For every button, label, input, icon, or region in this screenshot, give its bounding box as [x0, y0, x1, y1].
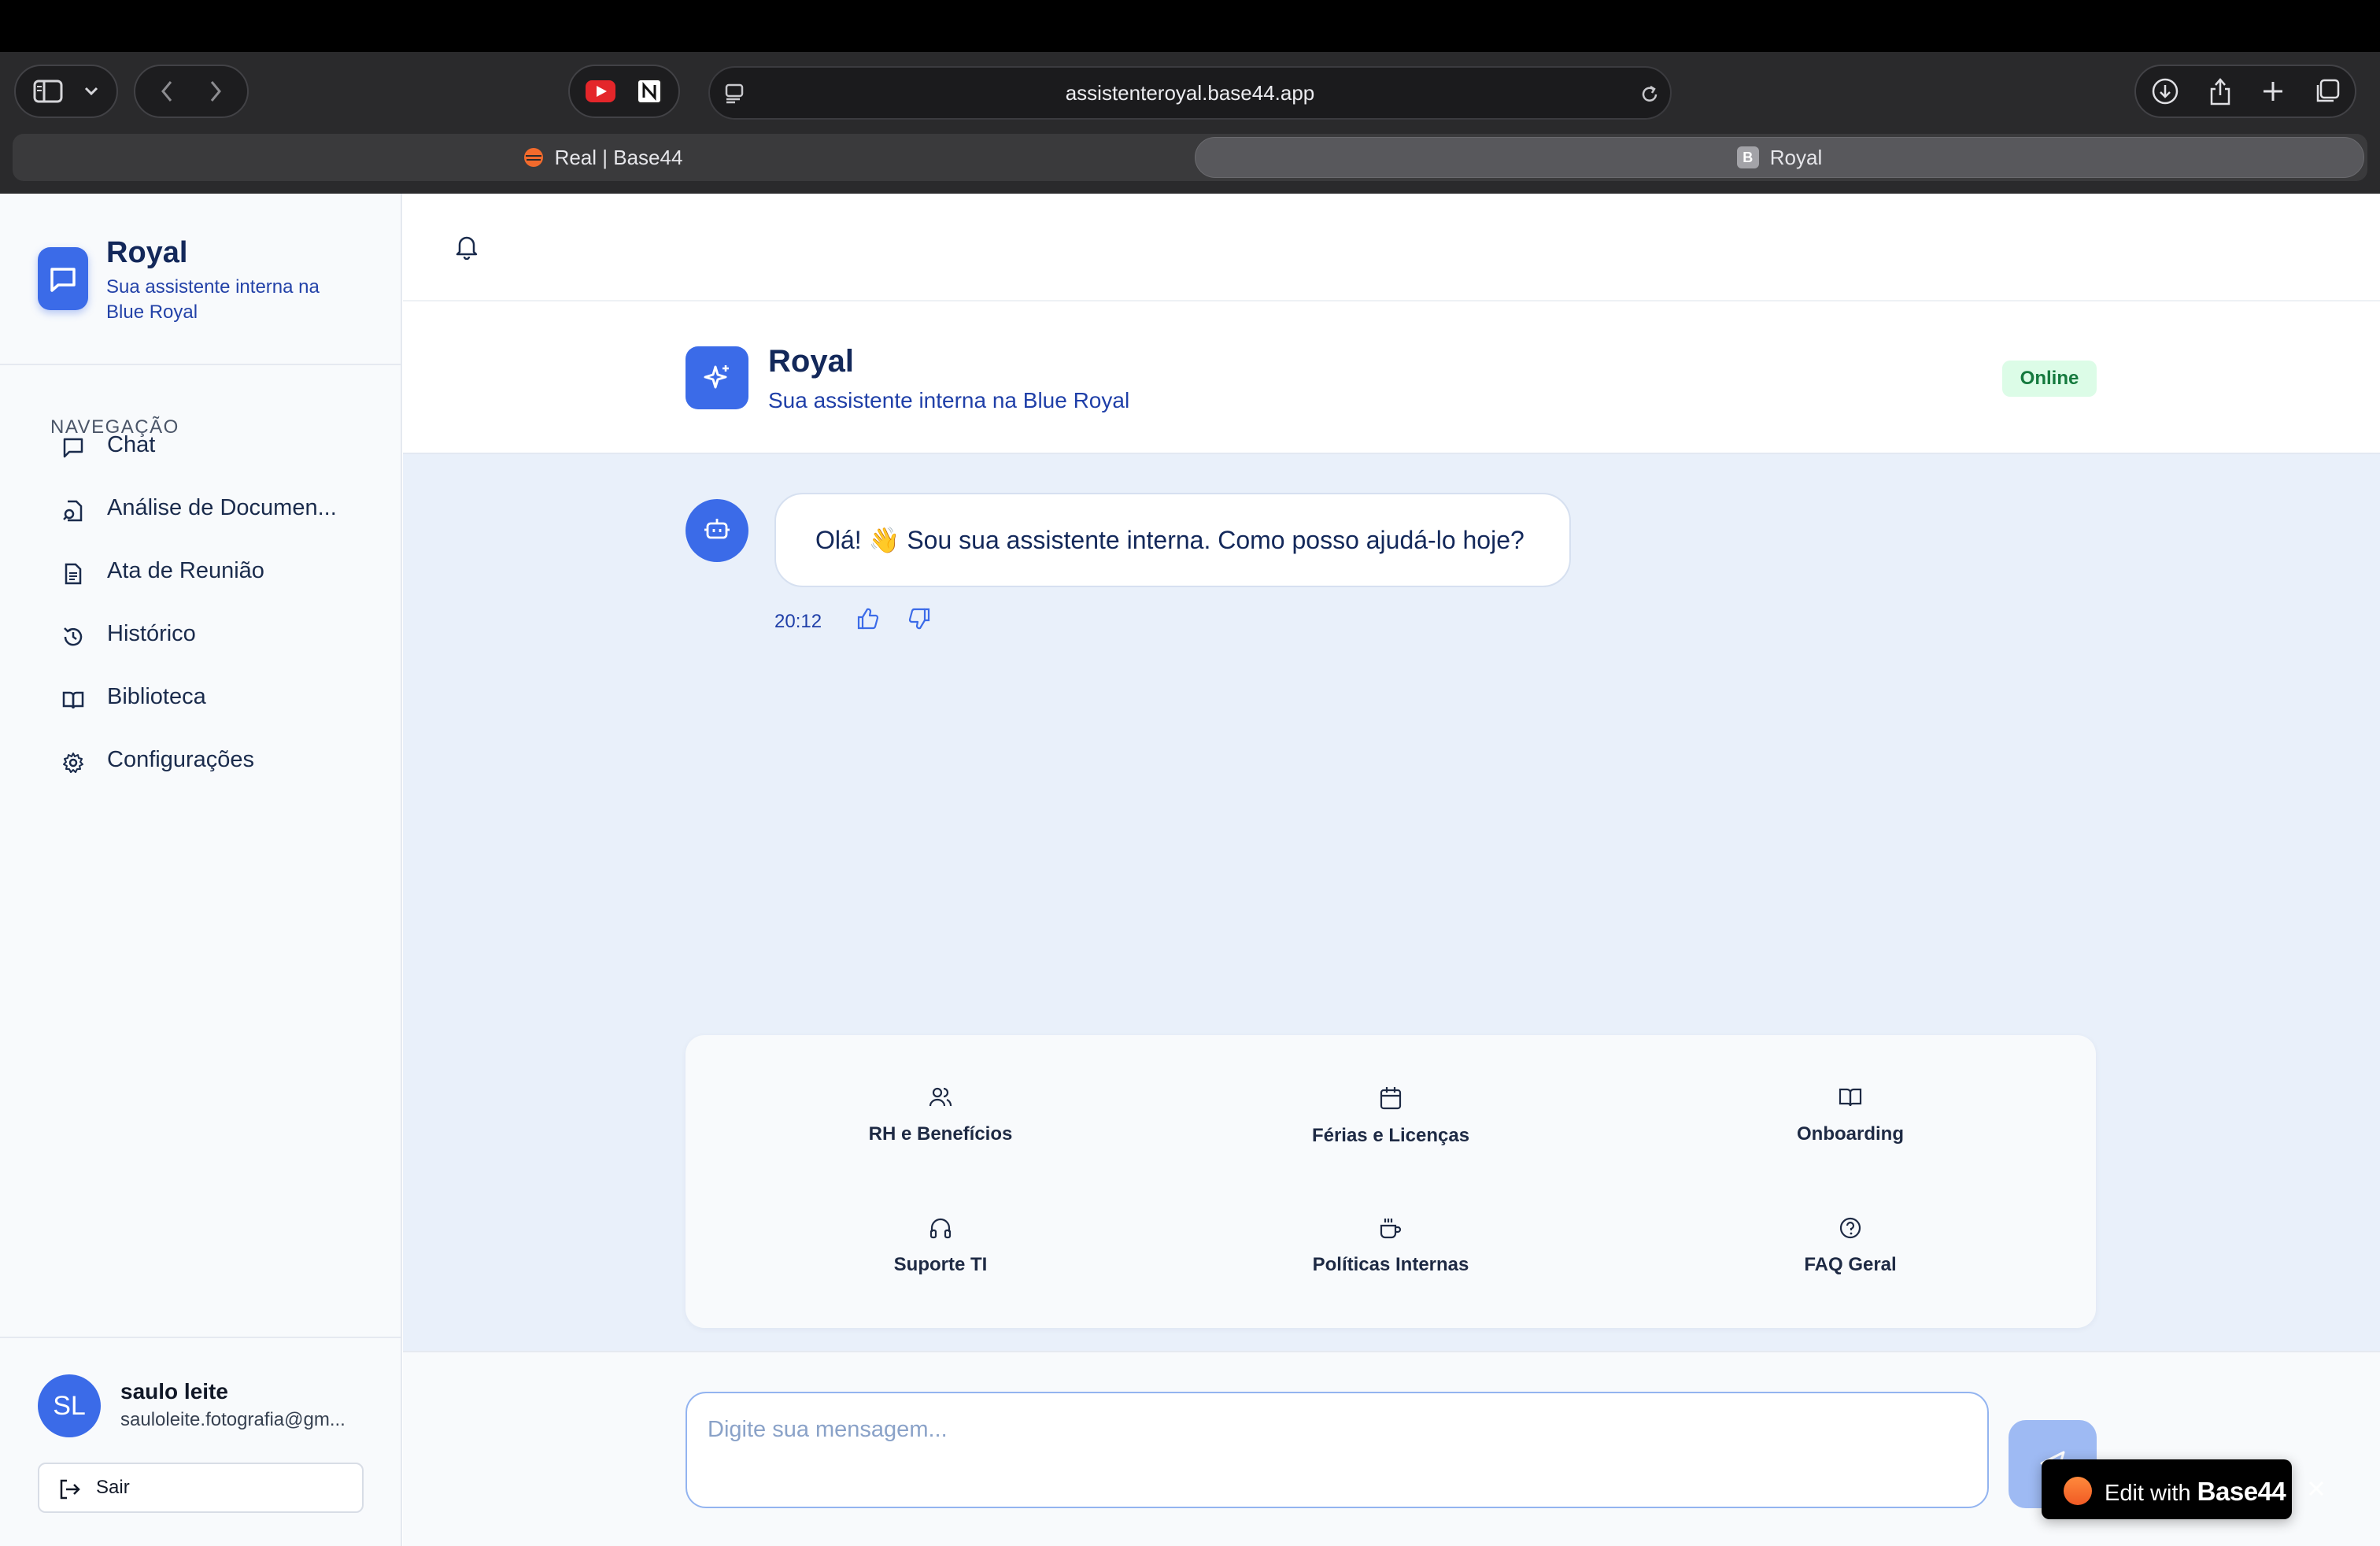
tab-label: Royal	[1769, 145, 1823, 169]
bot-icon	[702, 514, 732, 548]
base44-favicon-icon	[523, 147, 544, 168]
chevron-down-icon[interactable]	[83, 86, 99, 97]
quick-action-onboarding[interactable]: Onboarding	[1693, 1079, 2008, 1166]
file-search-icon	[61, 499, 85, 523]
calendar-icon	[1379, 1086, 1402, 1111]
quick-action-label: Políticas Internas	[1312, 1254, 1469, 1275]
edit-brand: Base44	[2197, 1477, 2286, 1506]
book-open-icon	[61, 688, 85, 712]
message-input[interactable]	[686, 1392, 1989, 1508]
edit-with-label: Edit with Base44	[2105, 1477, 2286, 1507]
sidebar-item-settings[interactable]: Configurações	[38, 735, 368, 786]
forward-arrow-icon[interactable]	[209, 80, 223, 103]
sidebar-item-label: Análise de Documen...	[107, 495, 337, 520]
sidebar: Royal Sua assistente interna na Blue Roy…	[0, 194, 402, 1546]
sidebar-icon[interactable]	[33, 80, 63, 103]
chat-header: Royal Sua assistente interna na Blue Roy…	[403, 301, 2380, 454]
tab-overview-icon[interactable]	[2314, 78, 2341, 105]
quick-action-label: RH e Benefícios	[868, 1123, 1013, 1145]
quick-action-politicas-internas[interactable]: Políticas Internas	[1233, 1210, 1548, 1296]
logout-button[interactable]: Sair	[38, 1463, 364, 1513]
bot-avatar	[686, 499, 748, 562]
url-text[interactable]: assistenteroyal.base44.app	[710, 68, 1670, 118]
menu-bar	[0, 0, 2380, 52]
quick-action-label: Suporte TI	[893, 1254, 988, 1275]
base44-logo-icon	[2064, 1477, 2092, 1505]
app-root: Royal Sua assistente interna na Blue Roy…	[0, 194, 2380, 1546]
book-open-icon	[1838, 1086, 1863, 1109]
brand-subtitle: Sua assistente interna na Blue Royal	[106, 276, 320, 323]
edit-with-base44-button[interactable]: Edit with Base44	[2042, 1459, 2292, 1519]
gear-icon	[61, 751, 85, 775]
youtube-icon[interactable]	[585, 80, 616, 103]
quick-action-suporte-ti[interactable]: Suporte TI	[783, 1210, 1098, 1296]
history-nav-group	[134, 65, 249, 118]
avatar[interactable]: SL	[38, 1374, 101, 1437]
tab-real-base44[interactable]: Real | Base44	[13, 134, 1193, 181]
sidebar-item-label: Biblioteca	[107, 684, 206, 709]
sidebar-item-label: Histórico	[107, 621, 196, 646]
close-icon[interactable]	[2306, 1478, 2326, 1499]
thumbs-up-icon[interactable]	[856, 606, 881, 631]
sidebar-item-label: Ata de Reunião	[107, 558, 264, 583]
chat-main: Royal Sua assistente interna na Blue Roy…	[403, 194, 2380, 1546]
quick-actions-panel: RH e Benefícios Férias e Licenças Onboar…	[686, 1035, 2096, 1328]
pinned-extensions	[568, 65, 680, 118]
sidebar-toggle-group[interactable]	[14, 65, 118, 118]
thumbs-down-icon[interactable]	[907, 606, 932, 631]
tab-label: Real | Base44	[554, 145, 683, 169]
quick-action-faq-geral[interactable]: FAQ Geral	[1693, 1210, 2008, 1296]
royal-favicon-icon: B	[1736, 146, 1759, 168]
sidebar-item-label: Chat	[107, 432, 156, 457]
help-circle-icon	[1839, 1216, 1862, 1240]
message-square-icon	[61, 436, 85, 460]
sparkles-icon	[686, 346, 748, 409]
chat-subtitle: Sua assistente interna na Blue Royal	[768, 388, 1130, 412]
tab-royal-content[interactable]: B Royal	[1195, 134, 2364, 181]
notion-icon[interactable]	[635, 77, 663, 105]
sidebar-item-chat[interactable]: Chat	[38, 420, 368, 471]
logout-label: Sair	[96, 1477, 130, 1498]
quick-action-rh-beneficios[interactable]: RH e Benefícios	[783, 1079, 1098, 1166]
sidebar-item-library[interactable]: Biblioteca	[38, 672, 368, 723]
download-icon[interactable]	[2151, 77, 2179, 105]
user-panel: SL saulo leite sauloleite.fotografia@gm.…	[0, 1337, 401, 1546]
user-name: saulo leite	[120, 1379, 228, 1404]
quick-action-ferias-licencas[interactable]: Férias e Licenças	[1233, 1079, 1548, 1166]
sidebar-item-history[interactable]: Histórico	[38, 609, 368, 660]
top-bar	[403, 194, 2380, 301]
status-badge: Online	[2002, 361, 2097, 397]
bell-icon[interactable]	[455, 233, 479, 260]
address-bar[interactable]: assistenteroyal.base44.app	[708, 66, 1672, 120]
back-arrow-icon[interactable]	[160, 80, 174, 103]
quick-action-label: Férias e Licenças	[1311, 1125, 1470, 1146]
sidebar-item-document-analysis[interactable]: Análise de Documen...	[38, 483, 368, 534]
sidebar-brand: Royal Sua assistente interna na Blue Roy…	[0, 194, 401, 365]
chat-bubble-logo-icon	[38, 247, 88, 310]
headphones-icon	[929, 1216, 952, 1240]
sidebar-item-meeting-minutes[interactable]: Ata de Reunião	[38, 546, 368, 597]
log-out-icon	[58, 1478, 82, 1500]
edit-prefix: Edit with	[2105, 1481, 2191, 1506]
message-bubble: Olá! 👋 Sou sua assistente interna. Como …	[774, 493, 1571, 587]
brand-title: Royal	[106, 236, 188, 269]
quick-action-label: FAQ Geral	[1804, 1254, 1897, 1275]
file-text-icon	[61, 562, 85, 586]
message-timestamp: 20:12	[774, 611, 822, 632]
quick-action-label: Onboarding	[1797, 1123, 1904, 1145]
chat-title: Royal	[768, 344, 854, 379]
coffee-icon	[1378, 1216, 1403, 1240]
users-icon	[928, 1086, 953, 1109]
reload-icon[interactable]	[1639, 83, 1661, 105]
history-icon	[61, 625, 85, 649]
user-email: sauloleite.fotografia@gm...	[120, 1409, 346, 1430]
share-icon[interactable]	[2208, 76, 2232, 106]
new-tab-icon[interactable]	[2261, 80, 2285, 103]
browser-actions	[2134, 65, 2356, 118]
sidebar-item-label: Configurações	[107, 747, 254, 772]
